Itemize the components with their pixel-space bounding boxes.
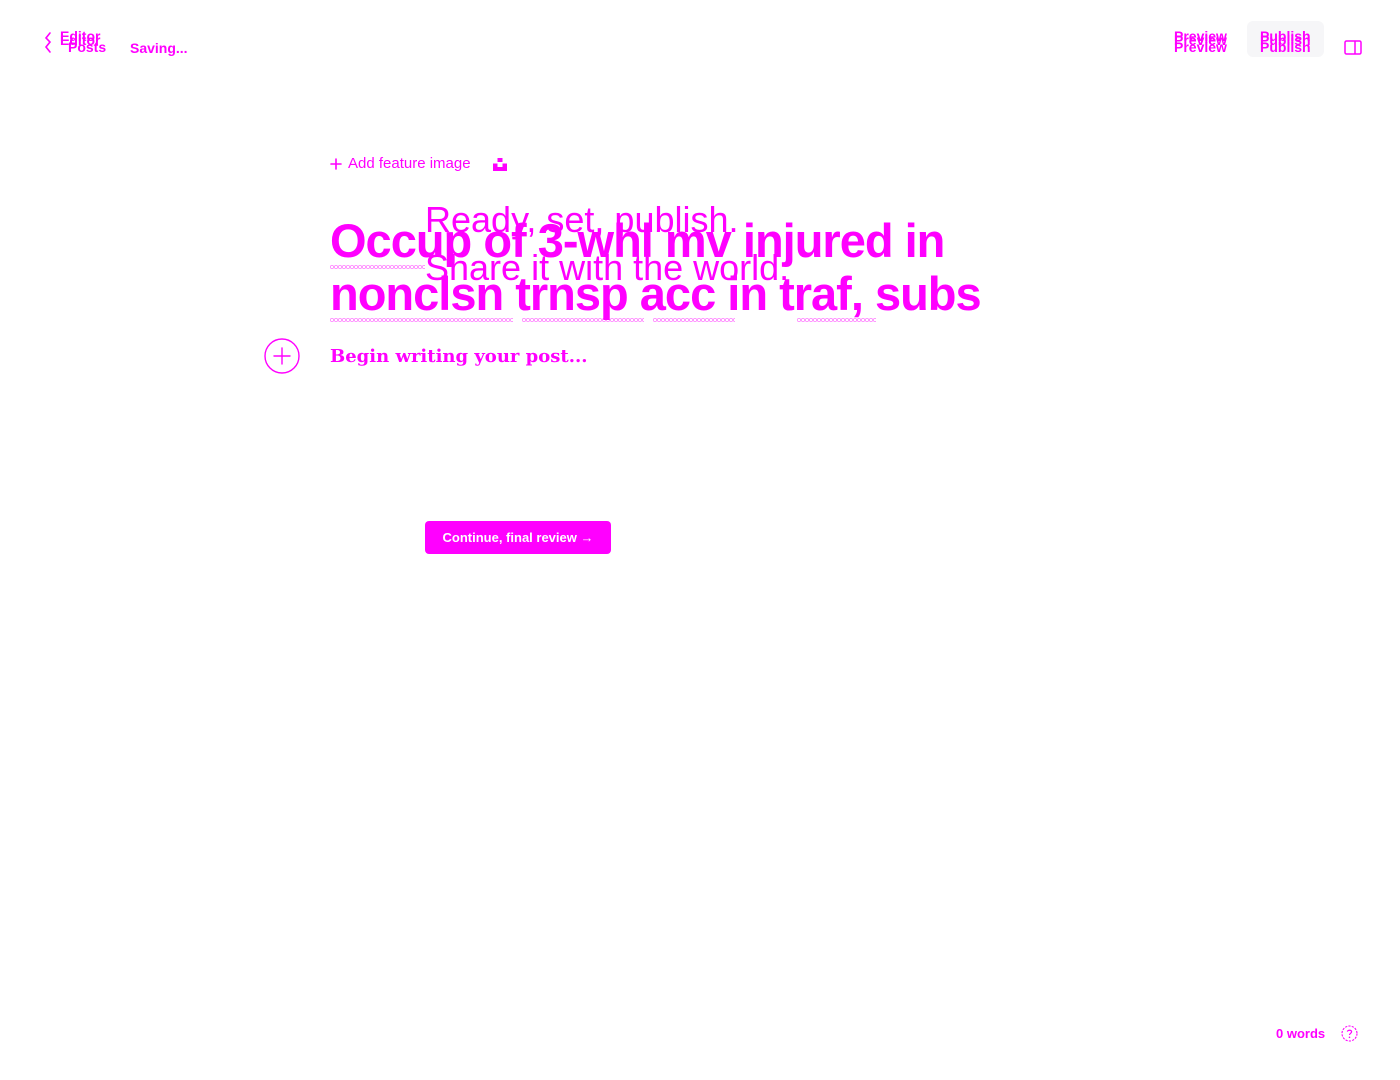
option-label: Right now xyxy=(449,430,512,446)
post-title-line: nonclsn trnsp acc in traf, subs xyxy=(330,267,982,320)
schedule-option[interactable]: Right now xyxy=(425,430,512,447)
post-title-input[interactable]: Occup of 3-whl mv injured in nonclsn trn… xyxy=(330,214,1050,320)
post-title-line: Occup of 3-whl mv injured in xyxy=(330,214,945,267)
sidebar-toggle-icon[interactable] xyxy=(1344,40,1362,55)
clock-icon xyxy=(425,432,439,447)
plus-icon xyxy=(330,157,342,170)
chevron-down-icon xyxy=(968,438,976,443)
spellcheck-underline xyxy=(797,317,876,322)
help-icon[interactable] xyxy=(1341,1025,1358,1042)
add-feature-image-button[interactable]: Add feature image xyxy=(330,155,471,172)
post-body-placeholder[interactable]: Begin writing your post... xyxy=(330,345,588,369)
chevron-down-icon xyxy=(968,342,976,347)
preview-button[interactable]: Preview Preview Preview xyxy=(1166,25,1234,59)
add-feature-image-label: Add feature image xyxy=(348,155,471,172)
newsletter-option[interactable]: Not sent as newsletter xyxy=(425,380,588,397)
word-count: 0 words xyxy=(1276,1026,1326,1041)
back-to-posts-link[interactable]: Editor Editor Posts xyxy=(42,27,122,57)
save-status: Saving... xyxy=(130,40,188,56)
unsplash-icon[interactable] xyxy=(493,158,507,171)
spellcheck-underline xyxy=(330,264,425,269)
spellcheck-underline xyxy=(653,317,735,322)
option-label: Not sent as newsletter xyxy=(449,380,588,396)
mail-icon xyxy=(425,382,439,397)
publish-button[interactable]: Publish Publish Publish xyxy=(1247,21,1324,57)
spellcheck-underline xyxy=(522,317,644,322)
add-card-icon[interactable] xyxy=(264,338,300,374)
spellcheck-underline xyxy=(330,317,513,322)
preview-label: Preview xyxy=(1174,39,1227,55)
editor-page: Editor Editor Posts Saving... Preview Pr… xyxy=(0,0,1400,1080)
chevron-left-icon xyxy=(44,32,52,53)
back-label: Posts xyxy=(68,39,107,55)
continue-final-review-button[interactable]: Continue, final review → xyxy=(425,521,611,554)
publish-label: Publish xyxy=(1260,39,1311,55)
